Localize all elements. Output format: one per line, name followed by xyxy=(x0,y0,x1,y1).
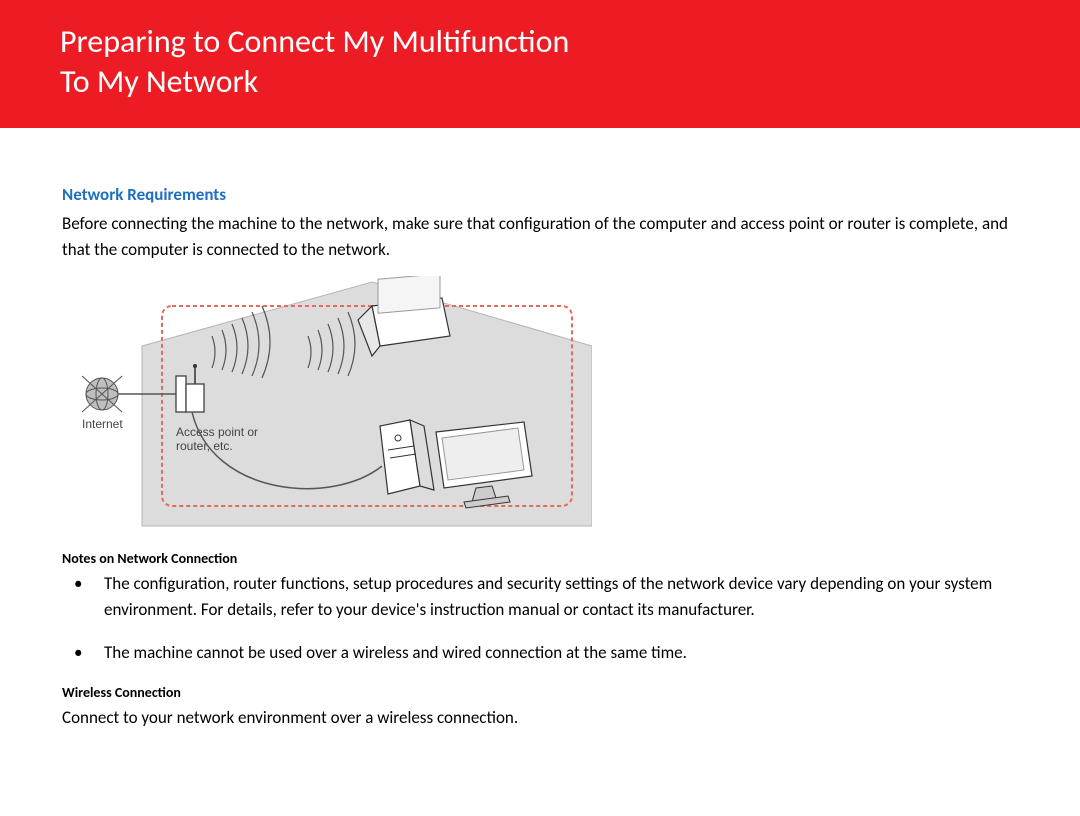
slide-header: Preparing to Connect My Multifunction To… xyxy=(0,0,1080,128)
wireless-paragraph: Connect to your network environment over… xyxy=(62,705,1018,731)
notes-heading: Notes on Network Connection xyxy=(62,550,1018,567)
internet-globe-icon xyxy=(82,376,122,412)
page-number: 4 xyxy=(1037,775,1046,796)
section-title: Network Requirements xyxy=(62,184,1018,205)
slide-title: Preparing to Connect My Multifunction To… xyxy=(60,22,1020,102)
page-body: Network Requirements Before connecting t… xyxy=(0,128,1080,816)
list-item: The configuration, router functions, set… xyxy=(62,571,1018,622)
notes-list: The configuration, router functions, set… xyxy=(62,571,1018,666)
title-line-2: To My Network xyxy=(60,62,258,101)
ap-label-line1: Access point or xyxy=(176,425,258,439)
intro-paragraph: Before connecting the machine to the net… xyxy=(62,211,1018,262)
title-line-1: Preparing to Connect My Multifunction xyxy=(60,22,569,61)
network-diagram: Internet Access point or router, etc. xyxy=(72,276,592,532)
list-item: The machine cannot be used over a wirele… xyxy=(62,640,1018,666)
internet-label: Internet xyxy=(82,417,123,431)
wireless-heading: Wireless Connection xyxy=(62,684,1018,701)
